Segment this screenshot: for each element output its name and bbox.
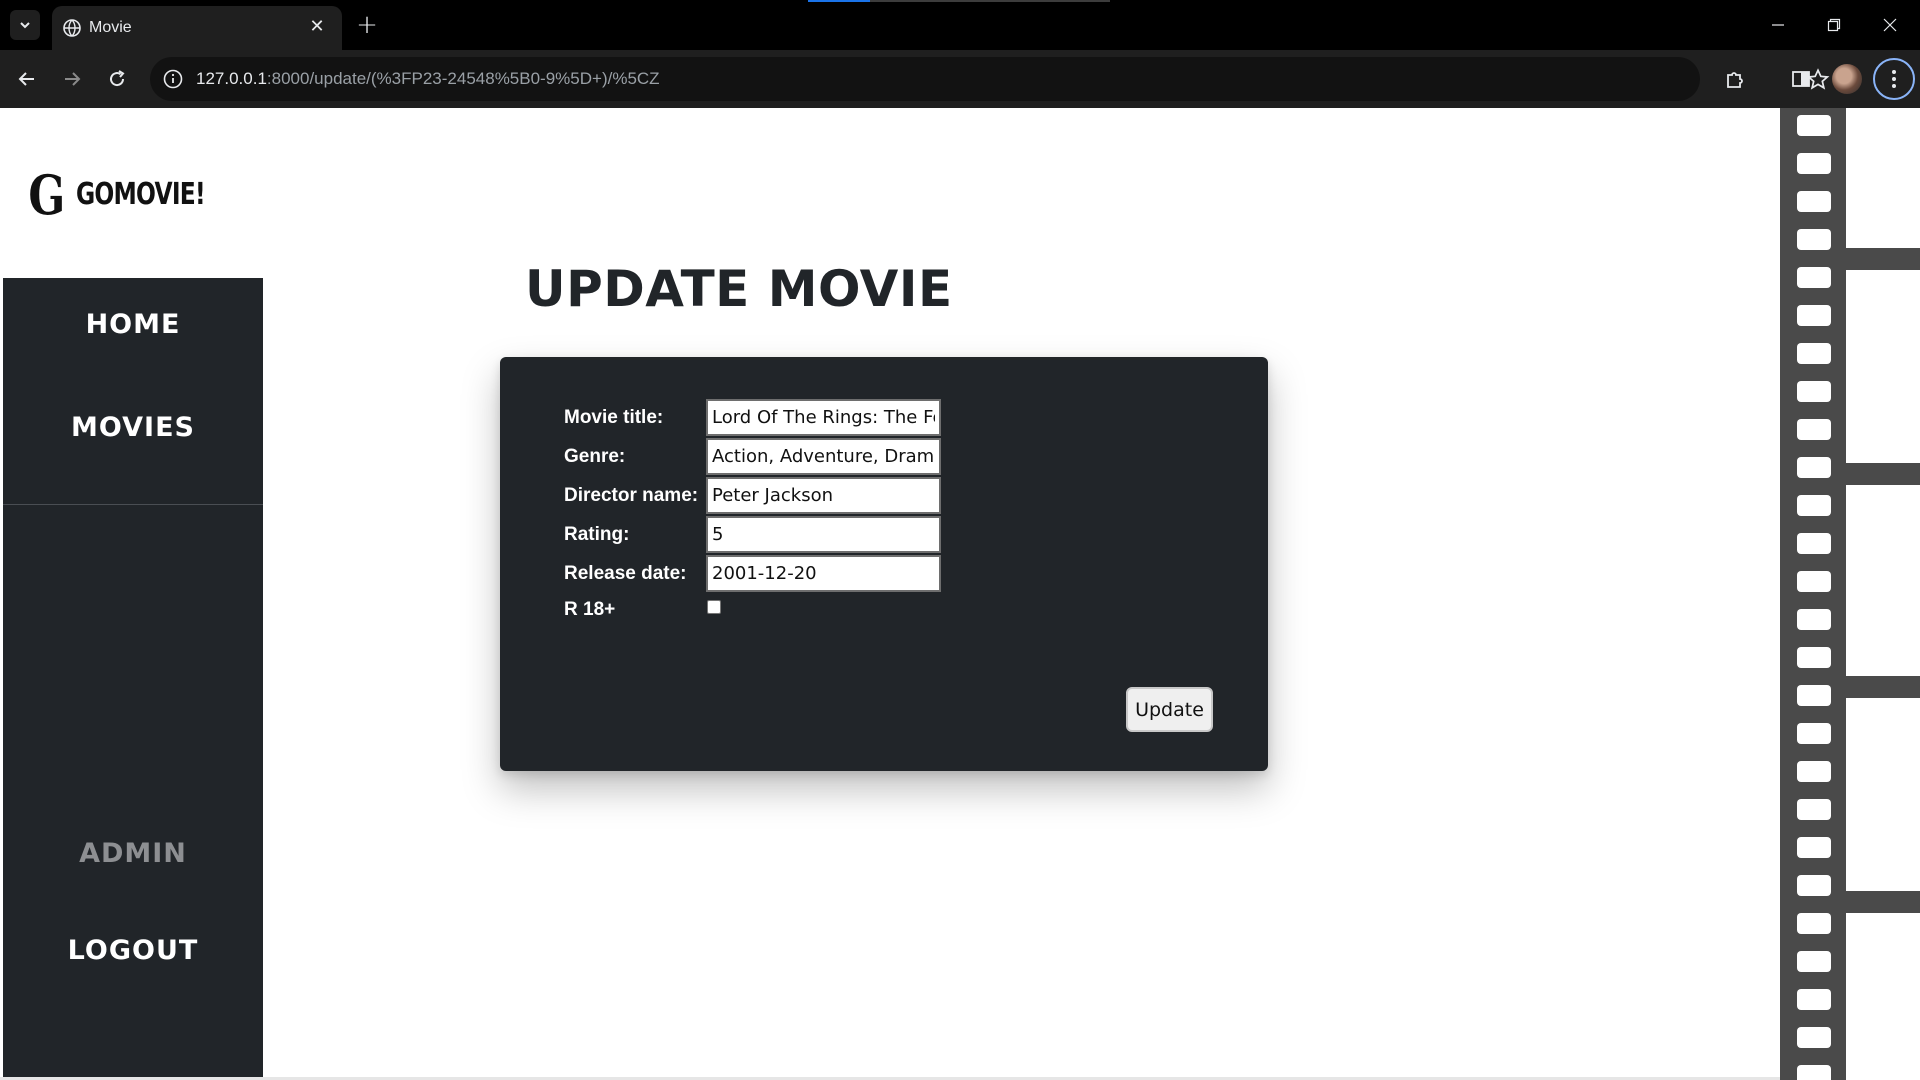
loading-indicator: [808, 0, 1110, 2]
movie-title-label: Movie title:: [564, 407, 664, 428]
reload-button[interactable]: [100, 62, 134, 96]
reload-icon: [110, 70, 125, 87]
genre-label: Genre:: [564, 446, 626, 467]
rating-input[interactable]: [706, 516, 941, 553]
logo-mark: G: [28, 162, 66, 227]
browser-toolbar: 127.0.0.1:8000/update/(%3FP23-24548%5B0-…: [0, 50, 1920, 108]
browser-tab[interactable]: Movie ✕: [52, 6, 342, 50]
nav-movies-link[interactable]: MOVIES: [3, 412, 263, 443]
close-icon: [1883, 18, 1897, 32]
filmstrip-border: [1780, 108, 1846, 1080]
film-perforation: [1797, 457, 1831, 478]
url-path: :8000/update/(%3FP23-24548%5B0-9%5D+)/%5…: [266, 69, 660, 88]
new-tab-button[interactable]: +: [352, 10, 382, 40]
side-panel-icon: [1792, 71, 1810, 87]
forward-button[interactable]: [55, 62, 89, 96]
film-perforation: [1797, 799, 1831, 820]
close-window-button[interactable]: [1862, 0, 1918, 50]
update-movie-form: Movie title: Genre: Director name: Ratin…: [500, 357, 1268, 771]
web-page: G GOMOVIE! HOME MOVIES ADMIN LOGOUT UPDA…: [0, 108, 1920, 1080]
movie-title-input[interactable]: [706, 399, 941, 436]
globe-icon: [63, 19, 81, 37]
nav-logout-link[interactable]: LOGOUT: [3, 935, 263, 966]
restore-icon: [1827, 18, 1841, 32]
r18-checkbox[interactable]: [707, 600, 721, 614]
browser-tab-bar: Movie ✕ +: [0, 0, 1920, 50]
restore-window-button[interactable]: [1806, 0, 1862, 50]
address-bar[interactable]: 127.0.0.1:8000/update/(%3FP23-24548%5B0-…: [150, 57, 1830, 101]
film-frame-separator: [1846, 463, 1920, 485]
chevron-down-icon: [20, 22, 30, 29]
nav-admin-link[interactable]: ADMIN: [3, 838, 263, 869]
release-date-label: Release date:: [564, 563, 687, 584]
film-frame-separator: [1846, 891, 1920, 913]
browser-menu-button[interactable]: [1873, 58, 1915, 100]
film-perforation: [1797, 913, 1831, 934]
film-perforation: [1797, 609, 1831, 630]
film-perforation: [1797, 685, 1831, 706]
side-panel-button[interactable]: [1784, 62, 1818, 96]
filmstrip-decoration: [1780, 108, 1920, 1080]
film-perforation: [1797, 761, 1831, 782]
release-date-input[interactable]: [706, 555, 941, 592]
film-perforation: [1797, 951, 1831, 972]
film-perforation: [1797, 191, 1831, 212]
tab-search-button[interactable]: [10, 10, 40, 40]
nav-home-link[interactable]: HOME: [3, 309, 263, 340]
film-perforation: [1797, 1027, 1831, 1048]
arrow-right-icon: [65, 72, 81, 86]
film-perforation: [1797, 305, 1831, 326]
film-frame-separator: [1846, 676, 1920, 698]
r18-label: R 18+: [564, 599, 616, 620]
film-perforation: [1797, 647, 1831, 668]
logo-text: GOMOVIE!: [76, 177, 206, 212]
sidebar-divider: [3, 504, 263, 505]
site-logo[interactable]: G GOMOVIE!: [3, 111, 263, 278]
rating-label: Rating:: [564, 524, 630, 545]
puzzle-icon: [1727, 72, 1743, 88]
director-name-label: Director name:: [564, 485, 699, 506]
film-perforation: [1797, 267, 1831, 288]
profile-avatar[interactable]: [1832, 64, 1862, 94]
film-perforation: [1797, 343, 1831, 364]
extensions-button[interactable]: [1718, 62, 1752, 96]
film-perforation: [1797, 419, 1831, 440]
site-info-icon[interactable]: [162, 68, 184, 90]
genre-input[interactable]: [706, 438, 941, 475]
film-perforation: [1797, 381, 1831, 402]
film-perforation: [1797, 115, 1831, 136]
update-button[interactable]: Update: [1126, 687, 1213, 732]
film-perforation: [1797, 533, 1831, 554]
minimize-icon: [1772, 24, 1784, 26]
film-perforation: [1797, 571, 1831, 592]
page-title: UPDATE MOVIE: [525, 260, 953, 318]
director-name-input[interactable]: [706, 477, 941, 514]
film-perforation: [1797, 153, 1831, 174]
back-button[interactable]: [10, 62, 44, 96]
url-text[interactable]: 127.0.0.1:8000/update/(%3FP23-24548%5B0-…: [196, 69, 660, 89]
arrow-left-icon: [18, 72, 34, 86]
minimize-window-button[interactable]: [1750, 0, 1806, 50]
film-perforation: [1797, 723, 1831, 744]
film-perforation: [1797, 495, 1831, 516]
film-perforation: [1797, 229, 1831, 250]
film-frame-separator: [1846, 248, 1920, 270]
film-perforation: [1797, 989, 1831, 1010]
film-perforation: [1797, 837, 1831, 858]
tab-title: Movie: [89, 19, 132, 36]
film-perforation: [1797, 875, 1831, 896]
close-tab-icon[interactable]: ✕: [305, 14, 329, 38]
url-host: 127.0.0.1: [196, 69, 267, 88]
sidebar: G GOMOVIE! HOME MOVIES ADMIN LOGOUT: [0, 108, 263, 1080]
more-vertical-icon: [1892, 70, 1896, 88]
film-perforation: [1797, 1065, 1831, 1080]
